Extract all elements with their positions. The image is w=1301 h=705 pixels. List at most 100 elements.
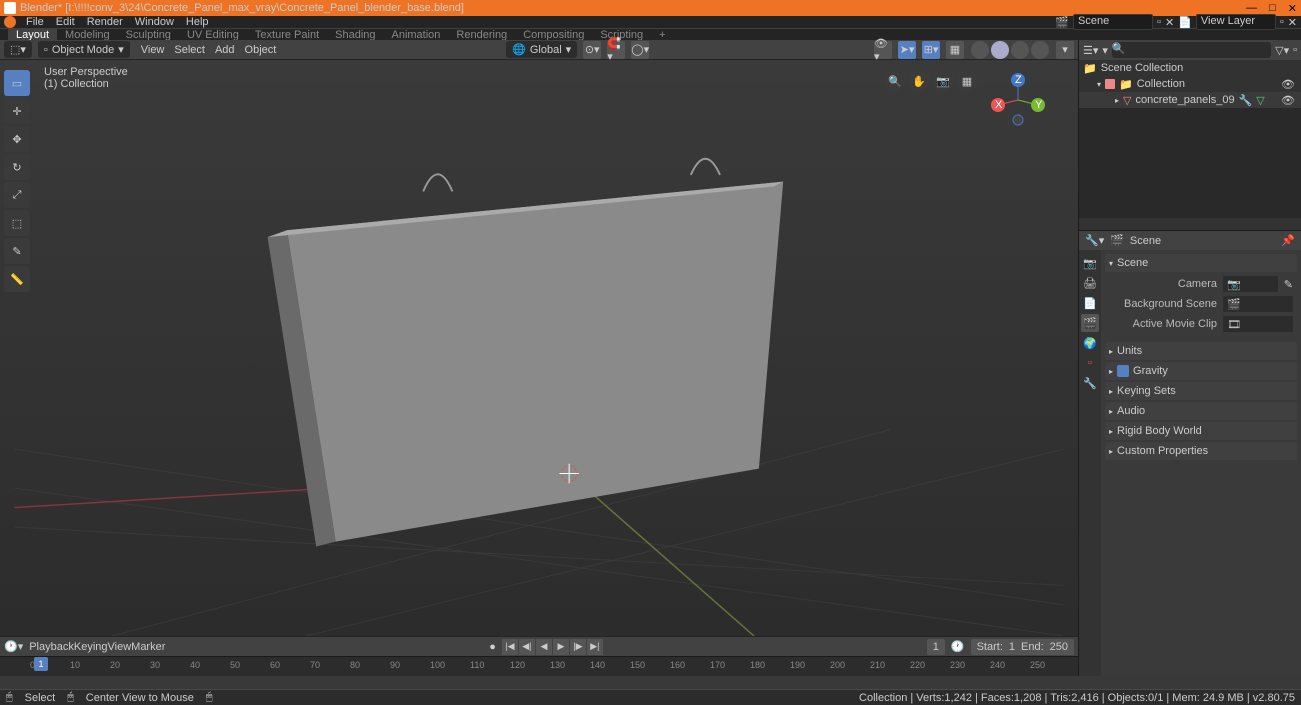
tool-annotate[interactable]: ✎ <box>4 238 30 264</box>
visibility-toggle[interactable]: 👁 <box>1281 94 1295 107</box>
minimize-button[interactable]: — <box>1246 2 1257 15</box>
autokey-button[interactable]: ● <box>489 641 496 653</box>
panel-custom[interactable]: ▸Custom Properties <box>1105 442 1297 460</box>
panel-gravity[interactable]: ▸Gravity <box>1105 362 1297 380</box>
play-reverse-button[interactable]: ◀ <box>536 639 552 655</box>
shading-lookdev[interactable] <box>1011 41 1029 59</box>
menu-edit[interactable]: Edit <box>50 16 81 28</box>
orientation-select[interactable]: 🌐 Global ▾ <box>506 41 577 58</box>
vp-menu-view[interactable]: View <box>136 44 170 56</box>
tool-measure[interactable]: 📏 <box>4 266 30 292</box>
properties-editor-button[interactable]: 🔧▾ <box>1085 234 1104 247</box>
tab-animation[interactable]: Animation <box>384 29 449 41</box>
tab-viewlayer[interactable]: 📄 <box>1081 294 1099 312</box>
mesh-data-icon[interactable]: ▽ <box>1256 94 1264 107</box>
prev-keyframe-button[interactable]: ◀| <box>519 639 535 655</box>
proportional-button[interactable]: ◯▾ <box>631 41 649 59</box>
viewlayer-field[interactable]: View Layer <box>1196 14 1276 30</box>
tab-compositing[interactable]: Compositing <box>515 29 592 41</box>
new-viewlayer-button[interactable]: ▫ <box>1280 16 1284 28</box>
eyedropper-icon[interactable]: ✎ <box>1284 278 1293 291</box>
tab-texture-paint[interactable]: Texture Paint <box>247 29 327 41</box>
concrete-panel-mesh[interactable] <box>268 159 784 547</box>
tab-render[interactable]: 📷 <box>1081 254 1099 272</box>
shading-wireframe[interactable] <box>971 41 989 59</box>
filter-button[interactable]: ▽▾ <box>1275 44 1289 57</box>
snap-button[interactable]: 🧲▾ <box>607 41 625 59</box>
mode-select[interactable]: ▫ Object Mode ▾ <box>38 41 130 58</box>
tab-sculpting[interactable]: Sculpting <box>118 29 179 41</box>
vp-menu-add[interactable]: Add <box>210 44 240 56</box>
menu-render[interactable]: Render <box>81 16 129 28</box>
outliner-search[interactable]: 🔍 <box>1112 42 1271 58</box>
outliner-collection[interactable]: ▾ 📁 Collection 👁 <box>1079 76 1301 92</box>
jump-start-button[interactable]: |◀ <box>502 639 518 655</box>
tool-transform[interactable]: ⬚ <box>4 210 30 236</box>
panel-units[interactable]: ▸Units <box>1105 342 1297 360</box>
tab-rendering[interactable]: Rendering <box>448 29 515 41</box>
shading-rendered[interactable] <box>1031 41 1049 59</box>
tab-modeling[interactable]: Modeling <box>57 29 118 41</box>
pin-button[interactable]: 📌 <box>1281 234 1295 247</box>
timeline-ruler[interactable]: 1 01020304050607080901001101201301401501… <box>0 656 1078 676</box>
panel-audio[interactable]: ▸Audio <box>1105 402 1297 420</box>
tool-cursor[interactable]: ✛ <box>4 98 30 124</box>
tab-world[interactable]: 🌍 <box>1081 334 1099 352</box>
tri-icon[interactable]: ▾ <box>1097 80 1101 89</box>
pivot-button[interactable]: ⊙▾ <box>583 41 601 59</box>
camera-field[interactable]: 📷 <box>1223 276 1278 292</box>
zoom-button[interactable]: 🔍 <box>884 70 906 92</box>
checkbox-icon[interactable] <box>1105 79 1115 89</box>
tl-menu-keying[interactable]: Keying <box>74 641 108 653</box>
tri-icon[interactable]: ▸ <box>1115 96 1119 105</box>
delete-scene-button[interactable]: ✕ <box>1165 16 1174 29</box>
clip-field[interactable]: 🎞 <box>1223 316 1293 332</box>
viewport[interactable]: ▭ ✛ ✥ ↻ ⤢ ⬚ ✎ 📏 User Perspective (1) Col… <box>0 60 1078 636</box>
xray-button[interactable]: ▦ <box>946 41 964 59</box>
close-button[interactable]: ✕ <box>1288 2 1297 15</box>
tab-shading[interactable]: Shading <box>327 29 383 41</box>
tool-select[interactable]: ▭ <box>4 70 30 96</box>
shading-options-button[interactable]: ▾ <box>1056 41 1074 59</box>
camera-button[interactable]: 📷 <box>932 70 954 92</box>
outliner-scene-collection[interactable]: 📁 Scene Collection <box>1079 60 1301 76</box>
new-scene-button[interactable]: ▫ <box>1157 16 1161 28</box>
menu-window[interactable]: Window <box>129 16 180 28</box>
tab-output[interactable]: 🖨 <box>1081 274 1099 292</box>
outliner-object[interactable]: ▸ ▽ concrete_panels_09 🔧 ▽ 👁 <box>1079 92 1301 108</box>
add-workspace-button[interactable]: + <box>651 29 673 41</box>
panel-scene[interactable]: ▾Scene <box>1105 254 1297 272</box>
tool-scale[interactable]: ⤢ <box>4 182 30 208</box>
play-button[interactable]: ▶ <box>553 639 569 655</box>
next-keyframe-button[interactable]: |▶ <box>570 639 586 655</box>
tab-layout[interactable]: Layout <box>8 29 57 41</box>
maximize-button[interactable]: □ <box>1269 2 1276 15</box>
perspective-button[interactable]: ▦ <box>956 70 978 92</box>
vp-menu-select[interactable]: Select <box>169 44 210 56</box>
tab-object[interactable]: ▫ <box>1081 354 1099 372</box>
visibility-button[interactable]: 👁▾ <box>874 41 892 59</box>
gravity-checkbox[interactable] <box>1117 365 1129 377</box>
jump-end-button[interactable]: ▶| <box>587 639 603 655</box>
pan-button[interactable]: ✋ <box>908 70 930 92</box>
new-collection-button[interactable]: ▫ <box>1293 44 1297 56</box>
menu-help[interactable]: Help <box>180 16 215 28</box>
editor-type-button[interactable]: ⬚▾ <box>4 41 32 58</box>
vp-menu-object[interactable]: Object <box>240 44 282 56</box>
tab-modifier[interactable]: 🔧 <box>1081 374 1099 392</box>
tab-scene[interactable]: 🎬 <box>1081 314 1099 332</box>
delete-viewlayer-button[interactable]: ✕ <box>1288 16 1297 29</box>
modifier-icon[interactable]: 🔧 <box>1239 94 1253 107</box>
bgscene-field[interactable]: 🎬 <box>1223 296 1293 312</box>
overlay-button[interactable]: ⊞▾ <box>922 41 940 59</box>
tab-uv-editing[interactable]: UV Editing <box>179 29 247 41</box>
panel-keying[interactable]: ▸Keying Sets <box>1105 382 1297 400</box>
gizmo-button[interactable]: ➤▾ <box>898 41 916 59</box>
nav-gizmo[interactable]: X Y Z <box>988 70 1048 130</box>
outliner-display-button[interactable]: ▾ <box>1102 44 1108 57</box>
tl-menu-playback[interactable]: Playback <box>29 641 74 653</box>
scene-field[interactable]: Scene <box>1073 14 1153 30</box>
menu-file[interactable]: File <box>20 16 50 28</box>
panel-rigid[interactable]: ▸Rigid Body World <box>1105 422 1297 440</box>
outliner-editor-button[interactable]: ☰▾ <box>1083 44 1098 57</box>
